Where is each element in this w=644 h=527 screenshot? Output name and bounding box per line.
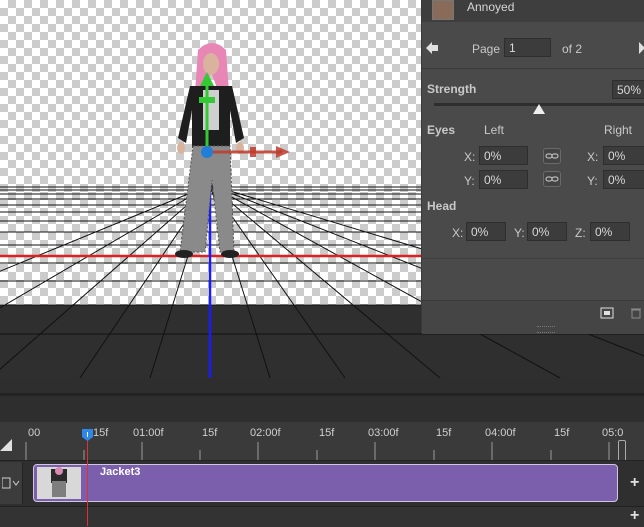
save-preset-icon[interactable] (600, 307, 614, 319)
ruler-ticks (25, 442, 610, 460)
divider (422, 258, 644, 259)
eyes-left-x-label: X: (464, 150, 476, 164)
track-options-chevron-icon[interactable] (1, 476, 22, 490)
playhead-line (87, 436, 88, 526)
clip-name: Jacket3 (100, 466, 141, 478)
head-y-input[interactable]: 0% (527, 222, 567, 241)
preset-thumbnail[interactable] (432, 0, 454, 20)
eyes-right-label: Right (604, 123, 633, 137)
eyes-right-y-label: Y: (587, 174, 598, 188)
strength-slider-thumb[interactable] (533, 103, 545, 114)
expression-panel: Annoyed Page 1 of 2 Strength 50% Eyes Le… (421, 0, 644, 334)
eyes-right-y-input[interactable]: 0% (603, 170, 644, 189)
eyes-y-link-icon[interactable] (543, 171, 561, 187)
eyes-right-x-input[interactable]: 0% (603, 146, 644, 165)
timeline-divider (0, 393, 644, 396)
add-track-icon[interactable]: + (630, 507, 639, 525)
strength-label: Strength (427, 82, 477, 96)
page-total: of 2 (562, 42, 583, 56)
strength-input[interactable]: 50% (612, 80, 644, 99)
playhead-marker[interactable] (81, 428, 94, 442)
head-x-input[interactable]: 0% (466, 222, 506, 241)
preset-header (422, 0, 644, 22)
page-label: Page (472, 42, 501, 56)
head-z-label: Z: (575, 226, 586, 240)
head-label: Head (427, 199, 457, 213)
ruler-end-handle[interactable] (618, 440, 626, 462)
timeline-panel: 00 15f 01:00f 15f 02:00f 15f 03:00f 15f … (0, 378, 644, 527)
divider (422, 68, 644, 69)
add-track-icon[interactable]: + (630, 474, 639, 492)
resize-grip[interactable] (537, 326, 555, 333)
track-row-2 (0, 506, 644, 527)
eyes-right-x-label: X: (587, 150, 599, 164)
eyes-x-link-icon[interactable] (543, 148, 561, 164)
eyes-left-x-input[interactable]: 0% (479, 146, 528, 165)
eyes-left-label: Left (484, 123, 505, 137)
eyes-left-y-input[interactable]: 0% (479, 170, 528, 189)
preset-name: Annoyed (467, 0, 515, 14)
head-y-label: Y: (514, 226, 525, 240)
eyes-label: Eyes (427, 123, 456, 137)
eyes-left-y-label: Y: (464, 174, 475, 188)
trash-icon[interactable] (630, 307, 642, 319)
prev-page-arrow-icon[interactable] (426, 42, 438, 54)
head-z-input[interactable]: 0% (590, 222, 630, 241)
page-input[interactable]: 1 (504, 38, 551, 57)
clip-thumbnail (37, 467, 81, 499)
head-x-label: X: (452, 226, 464, 240)
next-page-arrow-icon[interactable] (637, 42, 644, 54)
